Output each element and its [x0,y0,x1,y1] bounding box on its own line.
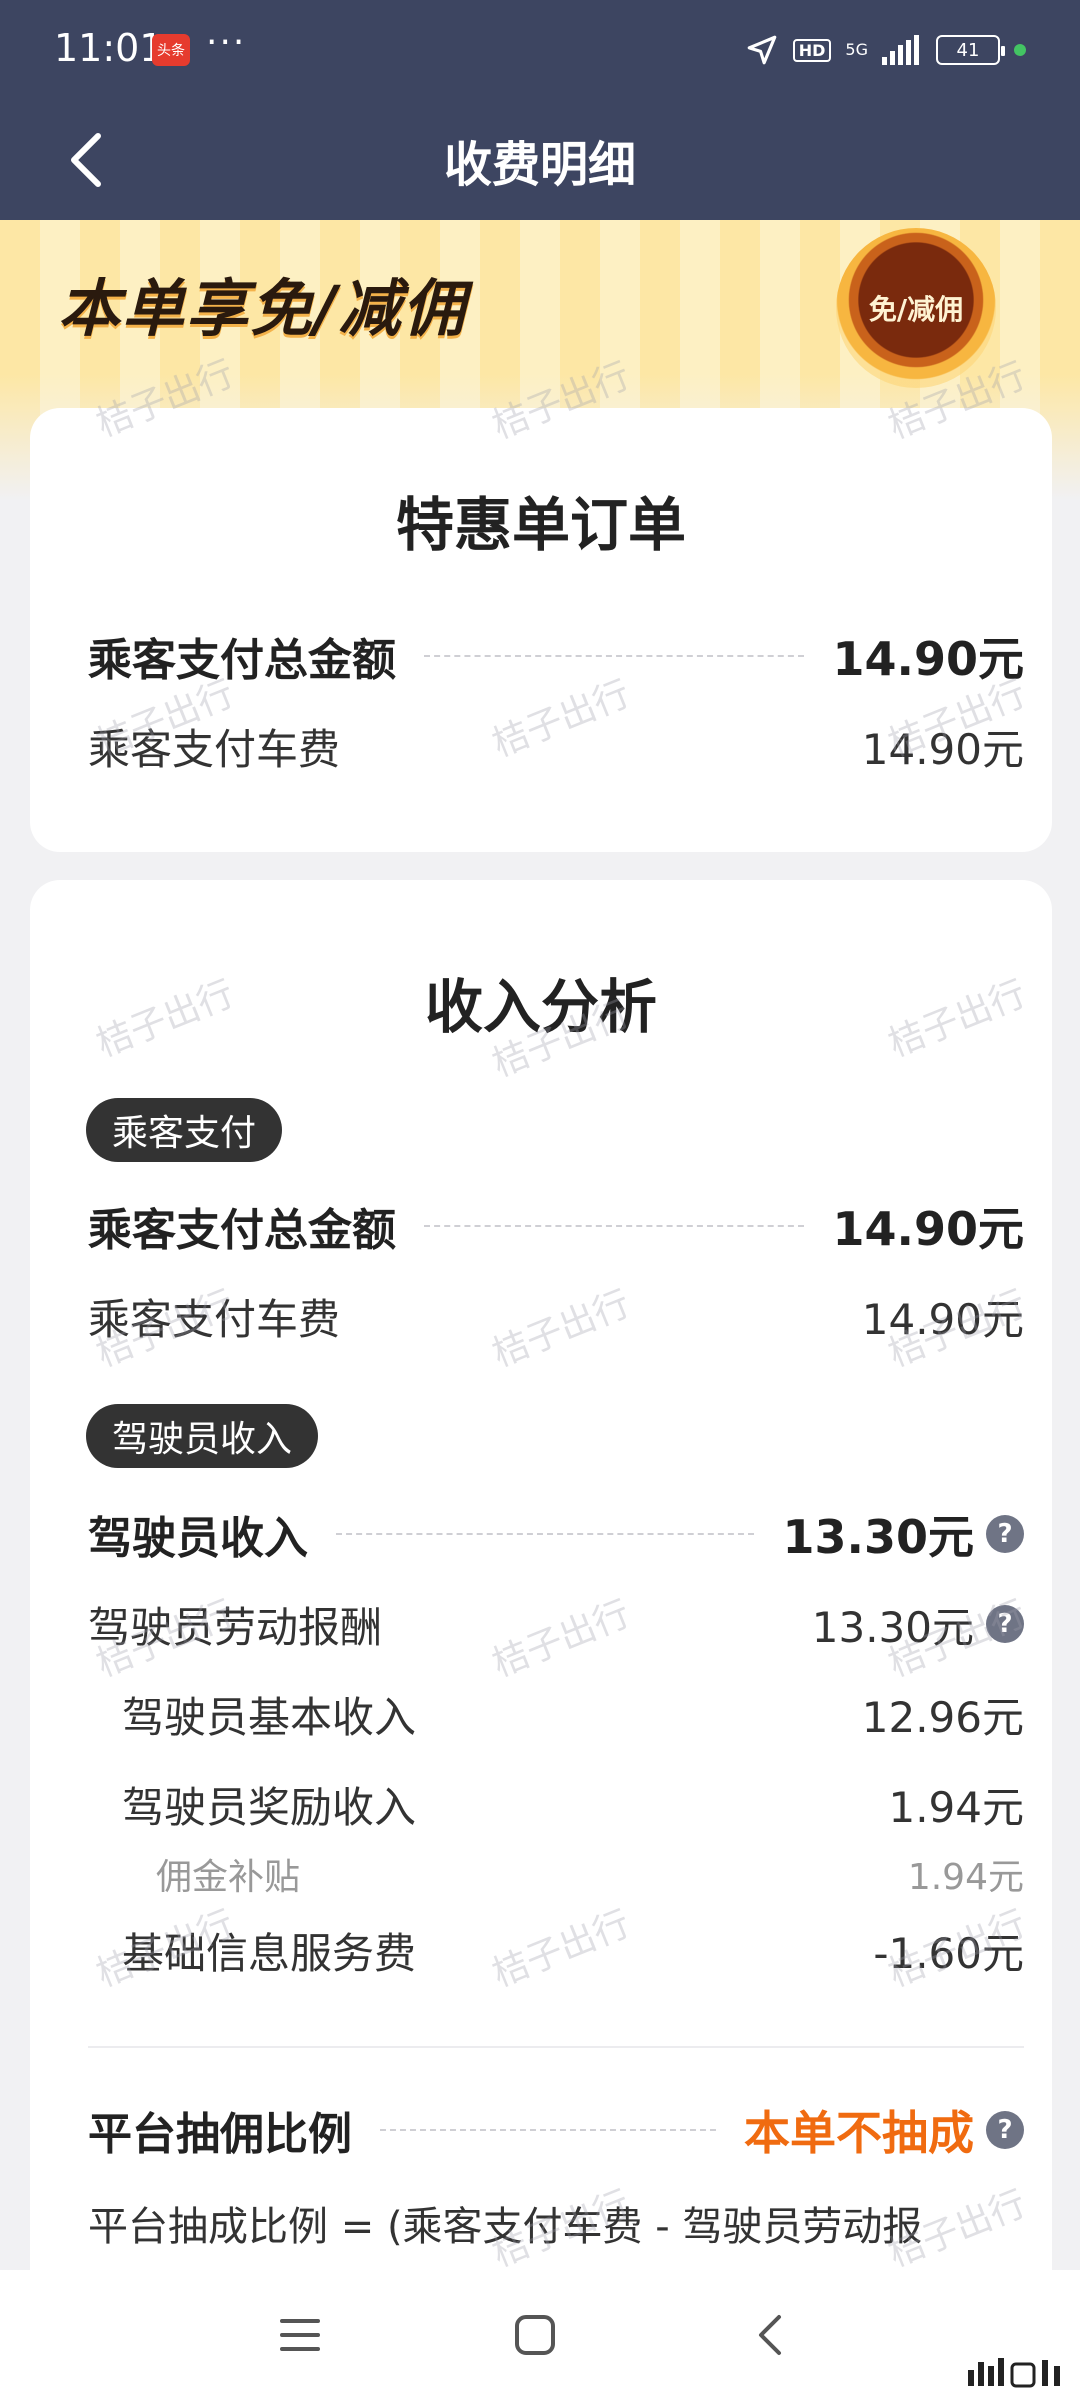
passenger-fare-value: 14.90元 [861,1294,1024,1344]
labor-pay-label: 驾驶员劳动报酬 [88,1602,383,1652]
basic-income-label: 驾驶员基本收入 [122,1692,417,1742]
page-header: 收费明细 [0,100,1080,220]
dotted-leader [336,1533,755,1535]
help-icon[interactable]: ? [986,1605,1024,1643]
toutiao-app-icon: 头条 [152,34,190,66]
order-card-title: 特惠单订单 [395,491,686,559]
passenger-total-row: 乘客支付总金额 14.90元 [88,1196,1024,1256]
driver-income-tag: 驾驶员收入 [86,1404,319,1468]
order-fare-value: 14.90元 [861,724,1024,774]
chevron-left-icon [759,2315,781,2355]
commission-subsidy-row: 佣金补贴 1.94元 [88,1844,1024,1904]
passenger-fare-label: 乘客支付车费 [88,1294,341,1344]
uploader-watermark-icon [968,2358,1060,2388]
passenger-payment-tag: 乘客支付 [86,1098,283,1162]
dotted-leader [380,2129,716,2131]
section-divider [88,2046,1024,2048]
home-button[interactable] [500,2300,570,2370]
order-summary-card: 特惠单订单 乘客支付总金额 14.90元 乘客支付车费 14.90元 [30,408,1052,852]
promo-text: 本单享免/减佣 [58,272,467,345]
service-fee-row: 基础信息服务费 -1.60元 [88,1920,1024,1980]
labor-pay-value: 13.30元 [811,1602,974,1652]
status-time: 11:01 [54,26,164,70]
commission-rate-label: 平台抽佣比例 [88,2109,352,2160]
status-bar: 11:01 头条 ··· HD 5G 41 [0,0,1080,100]
network-type: 5G [845,40,868,59]
system-nav-bar [0,2270,1080,2400]
help-icon[interactable]: ? [986,2111,1024,2149]
order-fare-row: 乘客支付车费 14.90元 [88,716,1024,776]
more-notifications-icon: ··· [206,22,247,63]
top-bar: 11:01 头条 ··· HD 5G 41 收费明细 [0,0,1080,220]
reward-income-value: 1.94元 [888,1782,1024,1832]
order-total-row: 乘客支付总金额 14.90元 [88,626,1024,686]
home-square-icon [515,2315,555,2355]
commission-subsidy-label: 佣金补贴 [156,1857,301,1898]
commission-formula-text: 平台抽成比例 = (乘客支付车费 - 驾驶员劳动报 [88,2204,923,2250]
order-fare-label: 乘客支付车费 [88,724,341,774]
menu-icon [280,2319,320,2351]
commission-rate-value: 本单不抽成 [744,2106,974,2160]
dotted-leader [424,655,805,657]
nav-back-button[interactable] [735,2300,805,2370]
menu-button[interactable] [265,2300,335,2370]
dotted-leader [424,1225,805,1227]
passenger-total-label: 乘客支付总金额 [88,1205,396,1256]
status-indicators: HD 5G 41 [745,30,1026,70]
reward-income-row: 驾驶员奖励收入 1.94元 [88,1774,1024,1834]
hd-icon: HD [792,38,832,62]
page-title: 收费明细 [443,137,636,193]
income-card-title: 收入分析 [424,973,657,1041]
basic-income-row: 驾驶员基本收入 12.96元 [88,1684,1024,1744]
passenger-total-value: 14.90元 [832,1202,1024,1256]
commission-free-medal-icon: 免/减佣 [836,228,996,388]
income-analysis-card: 收入分析 乘客支付 乘客支付总金额 14.90元 乘客支付车费 14.90元 驾… [30,880,1052,2320]
service-fee-value: -1.60元 [873,1928,1024,1978]
location-arrow-icon [747,35,777,65]
commission-subsidy-value: 1.94元 [907,1857,1024,1898]
signal-icon [882,35,919,65]
passenger-fare-row: 乘客支付车费 14.90元 [88,1286,1024,1346]
help-icon[interactable]: ? [986,1515,1024,1553]
driver-income-label: 驾驶员收入 [88,1513,308,1564]
reward-income-label: 驾驶员奖励收入 [122,1782,417,1832]
battery-icon: 41 [936,35,1005,65]
service-fee-label: 基础信息服务费 [122,1928,417,1978]
basic-income-value: 12.96元 [861,1692,1024,1742]
driver-income-row: 驾驶员收入 13.30元 ? [88,1504,1024,1564]
commission-rate-row: 平台抽佣比例 本单不抽成 ? [88,2100,1024,2160]
order-total-label: 乘客支付总金额 [88,635,396,686]
driver-income-value: 13.30元 [782,1510,974,1564]
order-total-value: 14.90元 [832,632,1024,686]
privacy-indicator-icon [1014,44,1026,56]
labor-pay-row: 驾驶员劳动报酬 13.30元 ? [88,1594,1024,1654]
